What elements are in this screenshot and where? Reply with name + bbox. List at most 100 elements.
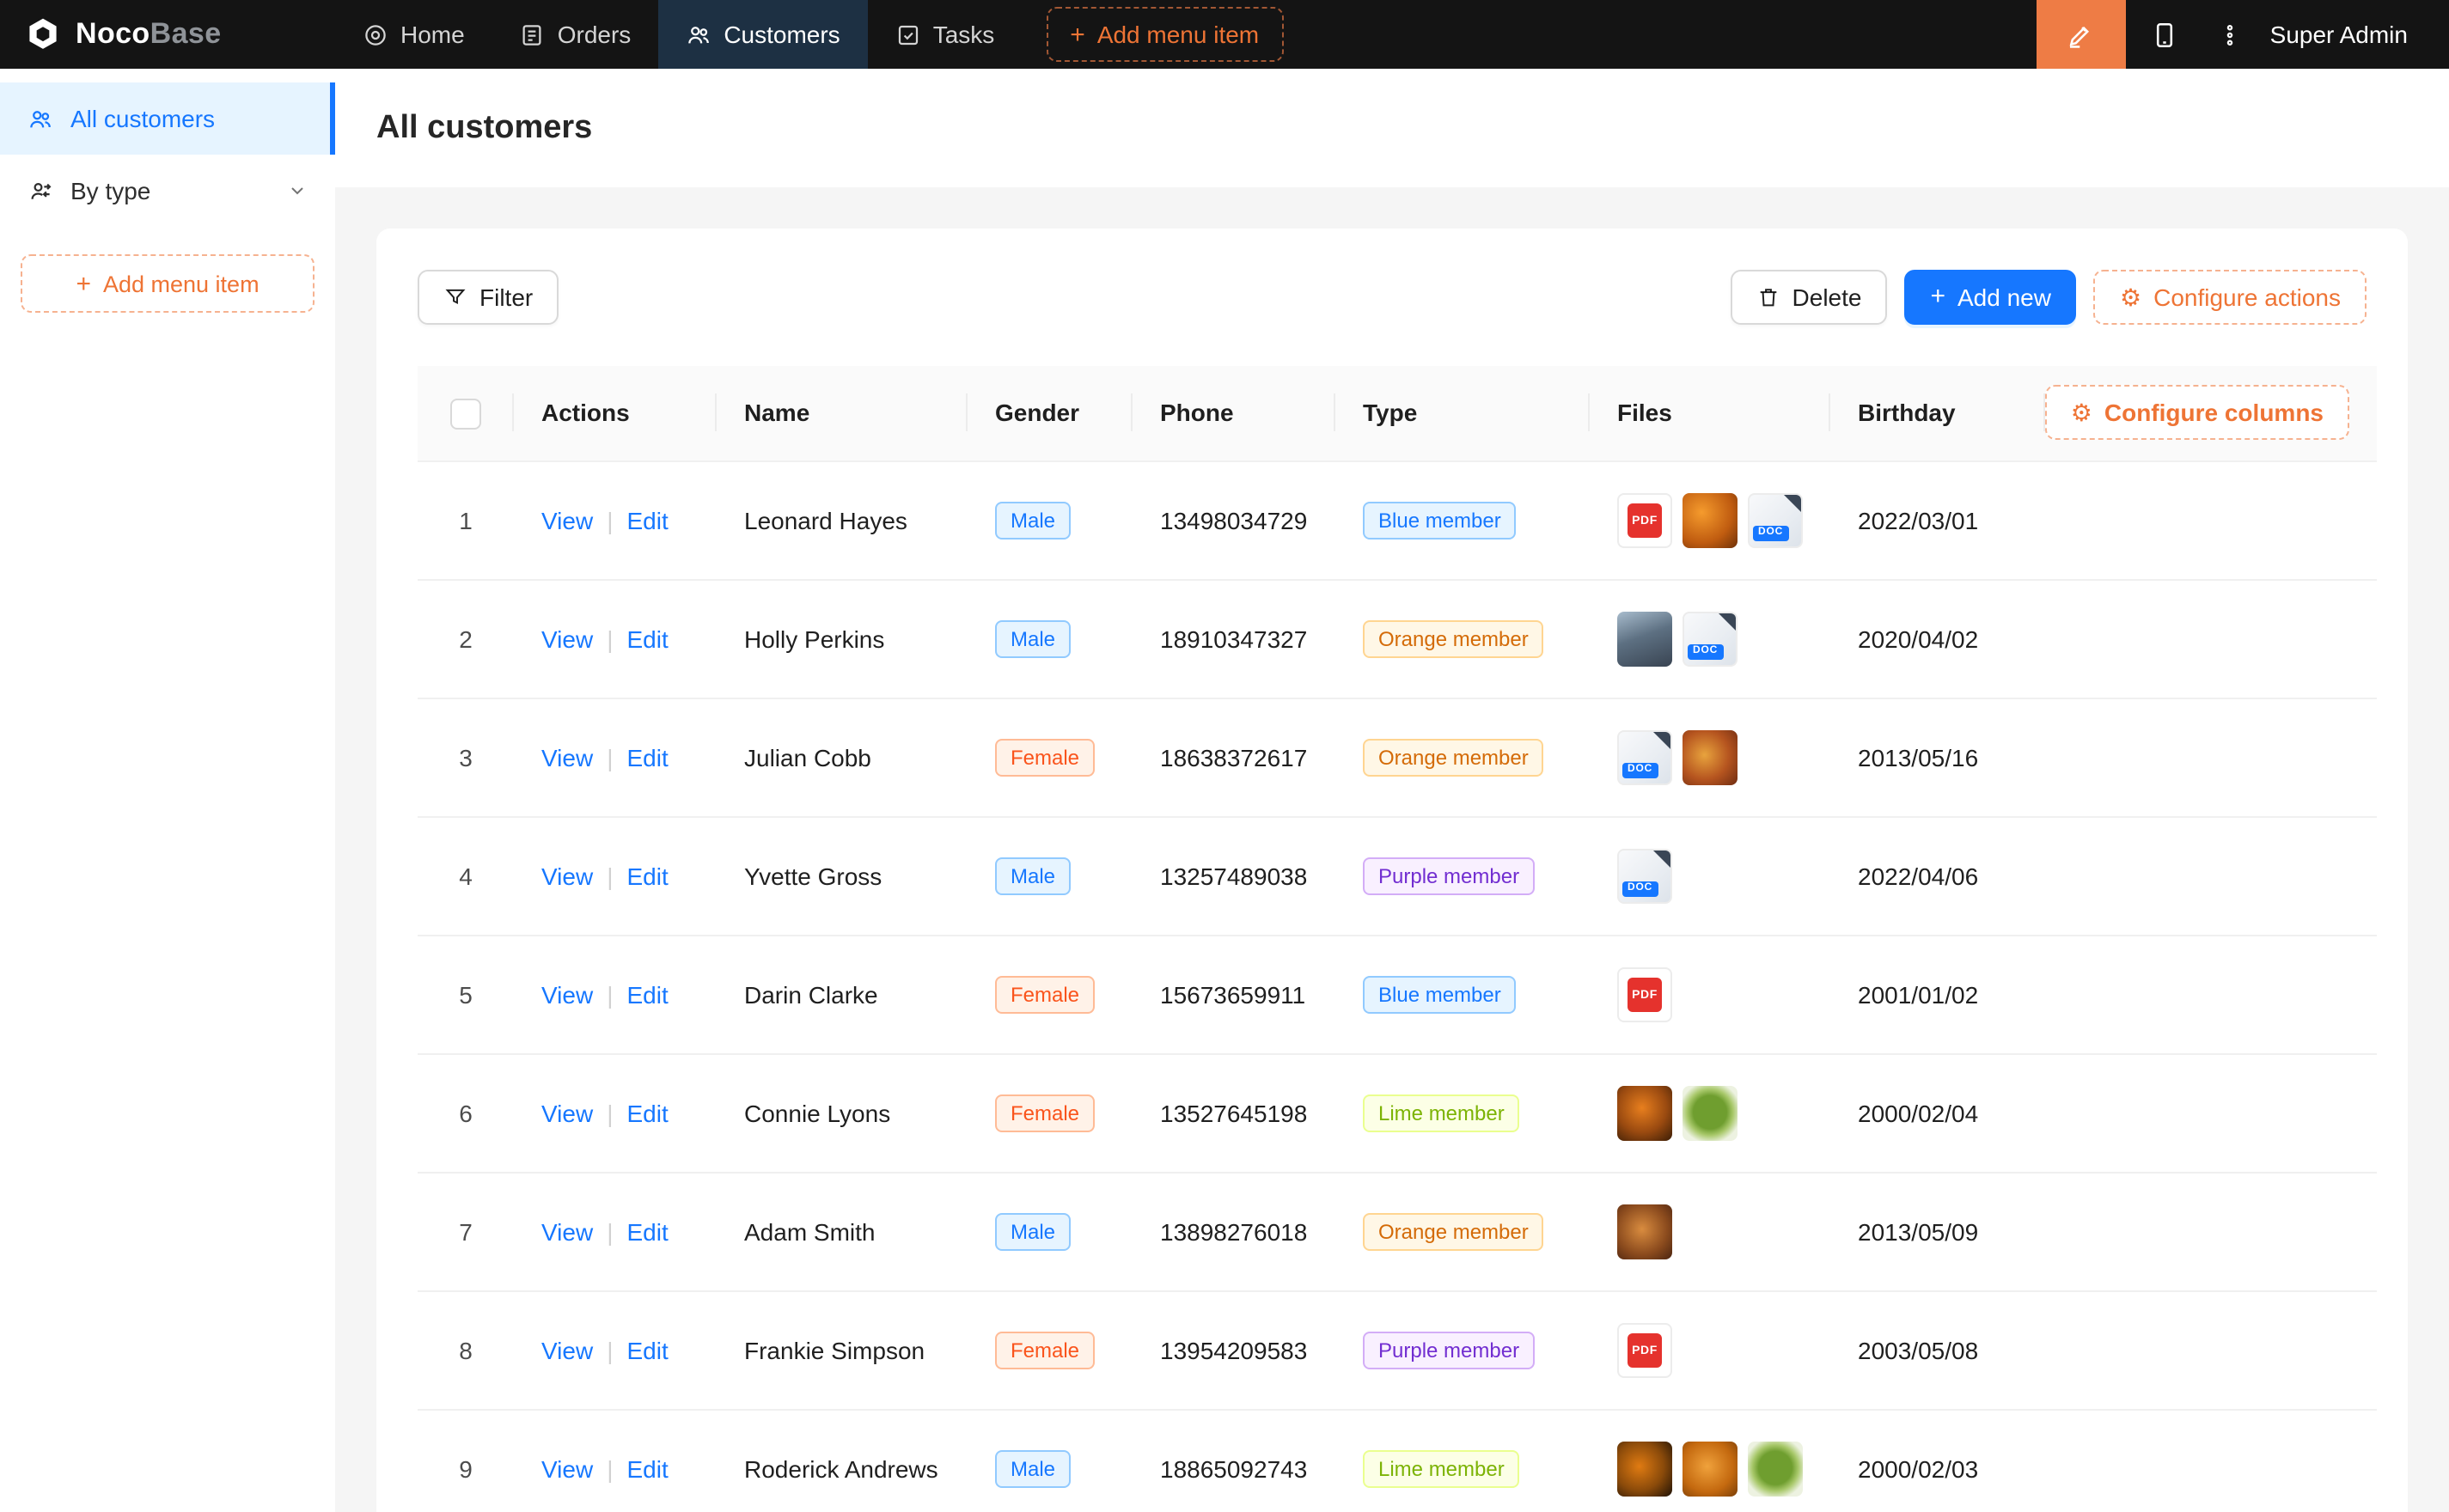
gender-tag: Female	[995, 1094, 1095, 1132]
sidebar-item-by-type[interactable]: By type	[0, 155, 335, 227]
table-row: 4 View|Edit Yvette Gross Male 1325748903…	[418, 817, 2377, 936]
row-index: 9	[459, 1455, 473, 1483]
select-all-checkbox[interactable]	[450, 398, 481, 429]
doc-badge: DOC	[1753, 526, 1788, 541]
edit-link[interactable]: Edit	[626, 744, 668, 771]
type-tag: Lime member	[1363, 1450, 1520, 1488]
phone-number: 13498034729	[1160, 507, 1307, 534]
plus-icon: +	[1070, 21, 1085, 47]
gender-tag: Male	[995, 620, 1071, 658]
edit-link[interactable]: Edit	[626, 981, 668, 1009]
folded-corner-icon	[1784, 495, 1801, 512]
logo-light: Base	[150, 17, 222, 50]
logo[interactable]: NocoBase	[0, 15, 335, 53]
view-link[interactable]: View	[541, 625, 593, 653]
action-separator: |	[607, 1100, 613, 1127]
edit-link[interactable]: Edit	[626, 1337, 668, 1364]
type-tag: Blue member	[1363, 976, 1517, 1014]
delete-button[interactable]: Delete	[1731, 269, 1888, 324]
filter-button[interactable]: Filter	[418, 269, 559, 324]
highlighter-icon	[2067, 20, 2096, 49]
edit-link[interactable]: Edit	[626, 1100, 668, 1127]
image-file-thumbnail[interactable]	[1683, 730, 1738, 785]
image-file-thumbnail[interactable]	[1617, 1086, 1672, 1141]
view-link[interactable]: View	[541, 1337, 593, 1364]
gear-icon: ⚙	[2120, 284, 2141, 308]
type-tag: Lime member	[1363, 1094, 1520, 1132]
row-index: 4	[459, 863, 473, 890]
sidebar-item-all-customers[interactable]: All customers	[0, 82, 335, 155]
files-cell: PDF	[1617, 1323, 1803, 1378]
add-new-button[interactable]: + Add new	[1904, 269, 2077, 324]
birthday: 2022/04/06	[1858, 863, 1978, 890]
customer-name: Holly Perkins	[744, 625, 884, 653]
nav-add-menu-item-button[interactable]: + Add menu item	[1046, 7, 1283, 62]
view-link[interactable]: View	[541, 1455, 593, 1483]
nav-item-label: Orders	[558, 21, 632, 48]
filter-label: Filter	[479, 283, 533, 310]
gender-tag: Male	[995, 857, 1071, 895]
tablet-icon	[2151, 20, 2180, 49]
sidebar-add-menu-item-button[interactable]: + Add menu item	[21, 254, 315, 313]
nav-item-orders[interactable]: Orders	[492, 0, 659, 69]
edit-link[interactable]: Edit	[626, 625, 668, 653]
image-file-thumbnail[interactable]	[1617, 1442, 1672, 1497]
files-cell: DOC	[1617, 730, 1803, 785]
phone-number: 13898276018	[1160, 1218, 1307, 1246]
view-link[interactable]: View	[541, 1100, 593, 1127]
doc-file-thumbnail[interactable]: DOC	[1617, 730, 1672, 785]
customer-name: Frankie Simpson	[744, 1337, 925, 1364]
nav-item-home[interactable]: Home	[335, 0, 492, 69]
plus-icon: +	[76, 271, 91, 296]
user-menu[interactable]: Super Admin	[2257, 21, 2449, 48]
edit-link[interactable]: Edit	[626, 1455, 668, 1483]
view-link[interactable]: View	[541, 507, 593, 534]
table-row: 1 View|Edit Leonard Hayes Male 134980347…	[418, 461, 2377, 580]
pdf-file-thumbnail[interactable]: PDF	[1617, 1323, 1672, 1378]
doc-file-thumbnail[interactable]: DOC	[1617, 849, 1672, 904]
edit-link[interactable]: Edit	[626, 507, 668, 534]
table-row: 3 View|Edit Julian Cobb Female 186383726…	[418, 698, 2377, 817]
configure-actions-label: Configure actions	[2153, 283, 2341, 310]
pdf-file-thumbnail[interactable]: PDF	[1617, 493, 1672, 548]
nav-item-customers[interactable]: Customers	[658, 0, 867, 69]
edit-link[interactable]: Edit	[626, 1218, 668, 1246]
doc-file-thumbnail[interactable]: DOC	[1748, 493, 1803, 548]
image-file-thumbnail[interactable]	[1748, 1442, 1803, 1497]
configure-columns-button[interactable]: ⚙ Configure columns	[2045, 386, 2349, 441]
view-link[interactable]: View	[541, 744, 593, 771]
nav-item-tasks[interactable]: Tasks	[868, 0, 1023, 69]
view-link[interactable]: View	[541, 981, 593, 1009]
birthday: 2000/02/03	[1858, 1455, 1978, 1483]
action-separator: |	[607, 507, 613, 534]
row-index: 8	[459, 1337, 473, 1364]
sidebar-item-label: By type	[70, 177, 150, 204]
configure-columns-header: ⚙ Configure columns	[2045, 365, 2377, 461]
customer-name: Leonard Hayes	[744, 507, 907, 534]
view-link[interactable]: View	[541, 863, 593, 890]
image-file-thumbnail[interactable]	[1683, 1442, 1738, 1497]
ui-editor-button[interactable]	[2037, 0, 2126, 69]
column-header-actions: Actions	[514, 365, 717, 461]
column-header-type: Type	[1335, 365, 1590, 461]
row-index: 3	[459, 744, 473, 771]
table-row: 7 View|Edit Adam Smith Male 13898276018 …	[418, 1173, 2377, 1291]
image-file-thumbnail[interactable]	[1617, 612, 1672, 667]
birthday: 2003/05/08	[1858, 1337, 1978, 1364]
pdf-file-thumbnail[interactable]: PDF	[1617, 967, 1672, 1022]
tasks-icon	[895, 21, 921, 47]
type-tag: Orange member	[1363, 620, 1544, 658]
select-all-header	[418, 365, 514, 461]
page-title: All customers	[376, 108, 2408, 150]
view-link[interactable]: View	[541, 1218, 593, 1246]
image-file-thumbnail[interactable]	[1617, 1204, 1672, 1259]
configure-actions-button[interactable]: ⚙ Configure actions	[2094, 269, 2367, 324]
image-file-thumbnail[interactable]	[1683, 1086, 1738, 1141]
mobile-preview-button[interactable]	[2126, 0, 2205, 69]
customer-name: Darin Clarke	[744, 981, 878, 1009]
doc-file-thumbnail[interactable]: DOC	[1683, 612, 1738, 667]
more-options-button[interactable]	[2205, 0, 2257, 69]
edit-link[interactable]: Edit	[626, 863, 668, 890]
image-file-thumbnail[interactable]	[1683, 493, 1738, 548]
files-cell: PDF DOC	[1617, 493, 1803, 548]
